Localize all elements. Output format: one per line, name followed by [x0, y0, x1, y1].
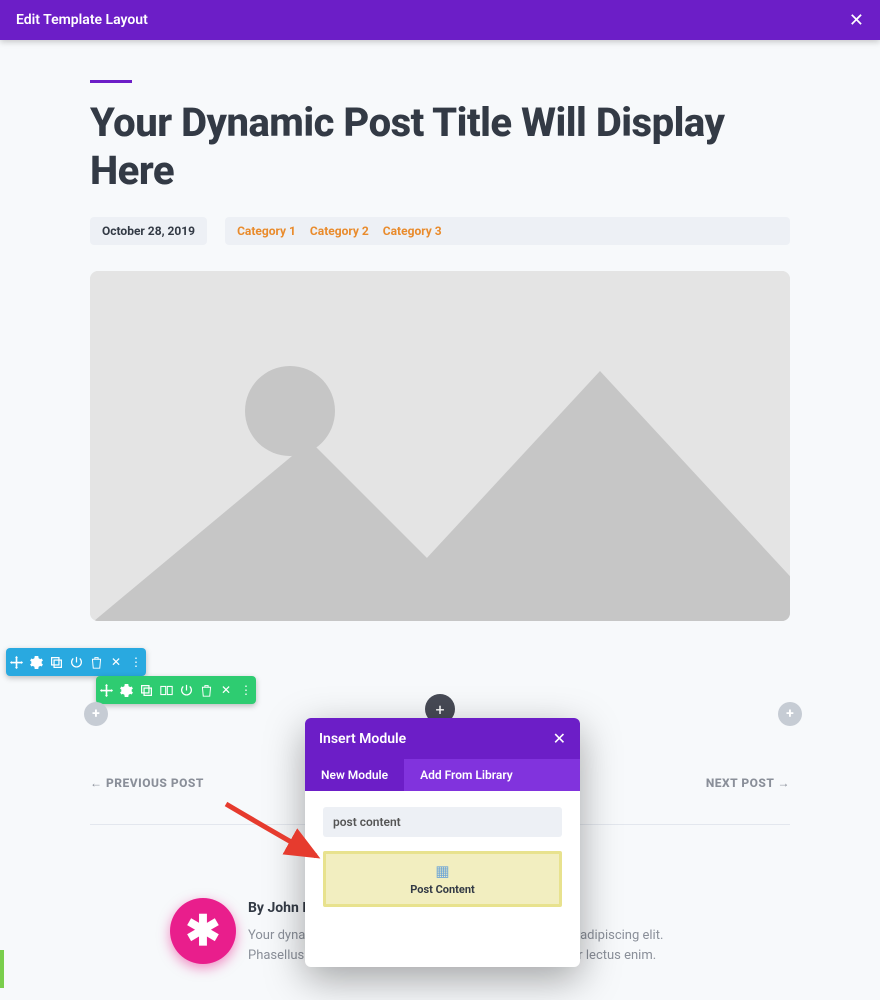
green-sliver: [0, 950, 4, 988]
more-icon[interactable]: ⋮: [236, 676, 256, 704]
post-meta: October 28, 2019 Category 1 Category 2 C…: [90, 217, 790, 245]
accent-bar: [90, 80, 132, 83]
topbar-title: Edit Template Layout: [16, 12, 148, 28]
gear-icon[interactable]: [116, 676, 136, 704]
gear-icon[interactable]: [26, 648, 46, 676]
post-title: Your Dynamic Post Title Will Display Her…: [90, 99, 790, 195]
power-icon[interactable]: [66, 648, 86, 676]
move-icon[interactable]: [6, 648, 26, 676]
delete-icon[interactable]: [196, 676, 216, 704]
category-link[interactable]: Category 3: [383, 224, 442, 238]
post-content-icon: ▦: [336, 862, 549, 880]
module-option-post-content[interactable]: ▦ Post Content: [323, 851, 562, 907]
previous-post-link[interactable]: ← PREVIOUS POST: [90, 776, 204, 790]
add-section-button[interactable]: +: [84, 702, 108, 726]
close-icon[interactable]: ✕: [216, 676, 236, 704]
delete-icon[interactable]: [86, 648, 106, 676]
topbar: Edit Template Layout ✕: [0, 0, 880, 40]
asterisk-fab[interactable]: ✱: [170, 898, 236, 964]
duplicate-icon[interactable]: [136, 676, 156, 704]
modal-body: ▦ Post Content: [305, 791, 580, 967]
move-icon[interactable]: [96, 676, 116, 704]
close-icon[interactable]: ✕: [849, 10, 864, 31]
category-link[interactable]: Category 2: [310, 224, 369, 238]
modal-header: Insert Module ✕: [305, 718, 580, 759]
row-toolbar: ✕ ⋮: [96, 676, 256, 704]
module-option-label: Post Content: [336, 883, 549, 896]
close-icon[interactable]: ✕: [106, 648, 126, 676]
duplicate-icon[interactable]: [46, 648, 66, 676]
section-toolbar: ✕ ⋮: [6, 648, 146, 676]
add-section-button[interactable]: +: [778, 702, 802, 726]
modal-title: Insert Module: [319, 731, 406, 747]
page-content: Your Dynamic Post Title Will Display Her…: [0, 40, 880, 621]
tab-new-module[interactable]: New Module: [305, 759, 404, 791]
post-categories: Category 1 Category 2 Category 3: [225, 217, 790, 245]
module-search-input[interactable]: [323, 807, 562, 837]
next-post-link[interactable]: NEXT POST →: [706, 776, 790, 790]
modal-tabs: New Module Add From Library: [305, 759, 580, 791]
post-date: October 28, 2019: [90, 217, 207, 245]
tab-add-from-library[interactable]: Add From Library: [404, 759, 529, 791]
featured-image-placeholder: [90, 271, 790, 621]
category-link[interactable]: Category 1: [237, 224, 296, 238]
modal-close-icon[interactable]: ✕: [553, 729, 566, 748]
more-icon[interactable]: ⋮: [126, 648, 146, 676]
power-icon[interactable]: [176, 676, 196, 704]
columns-icon[interactable]: [156, 676, 176, 704]
insert-module-modal: Insert Module ✕ New Module Add From Libr…: [305, 718, 580, 967]
